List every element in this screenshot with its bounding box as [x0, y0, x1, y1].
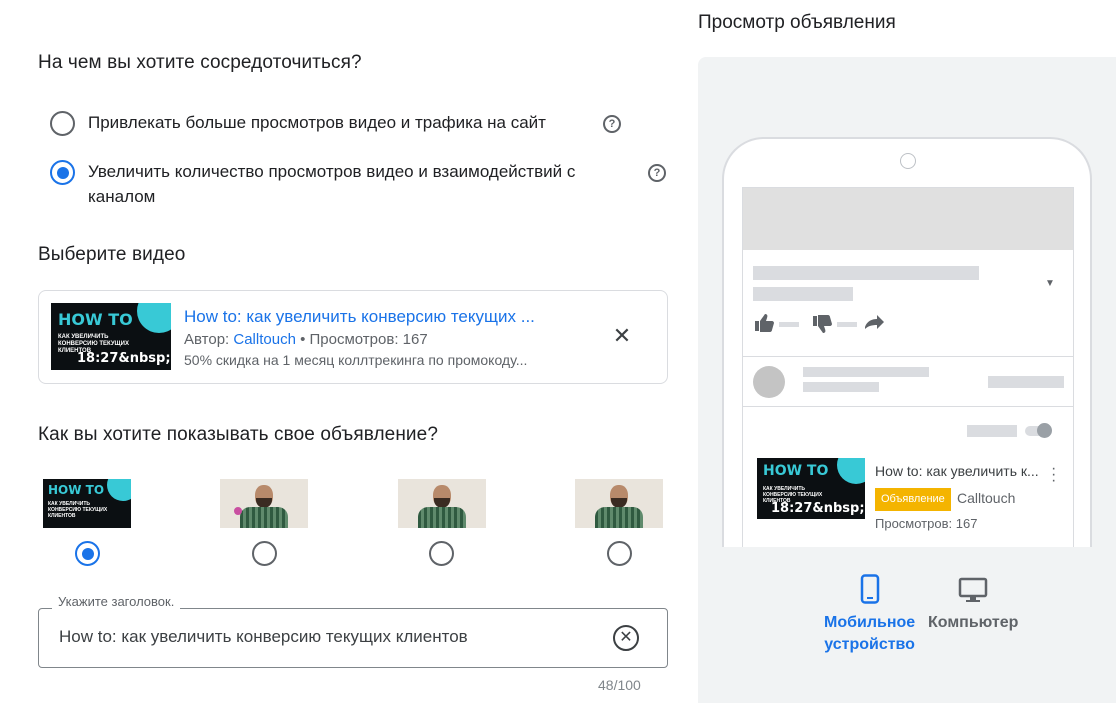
thumbnail-option-1-radio[interactable]: [75, 541, 100, 566]
thumbnail-subtitle: как увеличить конверсию текущих клиентов: [48, 501, 108, 519]
social-icon: [234, 507, 242, 515]
thumbnail-option-3[interactable]: [398, 479, 486, 528]
expand-arrow-icon: ▼: [1045, 278, 1055, 289]
ad-views: Просмотров: 167: [875, 516, 978, 531]
thumbnail-duration: 18:27&nbsp;: [771, 501, 865, 516]
video-views: • Просмотров: 167: [295, 331, 428, 348]
focus-heading: На чем вы хотите сосредоточиться?: [38, 52, 362, 73]
headline-label: Укажите заголовок.: [52, 594, 181, 609]
focus-option-2-label-line1: Увеличить количество просмотров видео и …: [88, 162, 576, 181]
thumbnail-option-1[interactable]: HOW TO как увеличить конверсию текущих к…: [43, 479, 131, 528]
focus-option-1-radio[interactable]: [50, 111, 75, 136]
channel-subs-placeholder: [803, 382, 879, 392]
video-player-placeholder: [743, 188, 1073, 250]
autoplay-toggle-knob: [1037, 423, 1052, 438]
selected-video-card[interactable]: HOW TO как увеличить конверсию текущих к…: [38, 290, 668, 384]
thumbnail-how-to-text: HOW TO: [48, 483, 105, 497]
video-heading: Выберите видео: [38, 244, 186, 265]
preview-panel: ▼ HOW TO как увеличить конверсию текущих…: [698, 57, 1116, 703]
divider: [743, 356, 1073, 357]
title-placeholder: [753, 287, 853, 301]
person-shirt: [418, 507, 466, 528]
thumbnail-option-2[interactable]: [220, 479, 308, 528]
phone-camera: [900, 153, 916, 169]
phone-mockup: ▼ HOW TO как увеличить конверсию текущих…: [722, 137, 1092, 547]
focus-option-2-label[interactable]: Увеличить количество просмотров видео и …: [88, 159, 575, 209]
thumbnail-accent-shape: [837, 458, 865, 484]
headline-field[interactable]: ✕: [38, 608, 668, 668]
help-icon[interactable]: ?: [603, 115, 621, 133]
device-desktop-label: Компьютер: [928, 614, 1019, 631]
thumbnail-option-3-radio[interactable]: [429, 541, 454, 566]
device-desktop-tab[interactable]: Компьютер: [928, 577, 1018, 634]
ad-badge: Объявление: [875, 488, 951, 511]
video-meta: Автор: Calltouch • Просмотров: 167: [184, 331, 428, 348]
help-icon[interactable]: ?: [648, 164, 666, 182]
video-title[interactable]: How to: как увеличить конверсию текущих …: [184, 307, 535, 327]
channel-avatar-placeholder: [753, 366, 785, 398]
device-mobile-label-line1: Мобильное: [824, 614, 916, 631]
thumbnail-accent-shape: [107, 479, 131, 501]
remove-video-close-icon[interactable]: ✕: [611, 325, 633, 347]
subscribe-placeholder: [988, 376, 1064, 388]
thumbnail-option-2-radio[interactable]: [252, 541, 277, 566]
focus-option-2-radio[interactable]: [50, 160, 75, 185]
thumbnail-accent-shape: [137, 303, 171, 333]
author-link[interactable]: Calltouch: [233, 331, 296, 348]
headline-input[interactable]: [59, 627, 579, 647]
thumbnail-option-4[interactable]: [575, 479, 663, 528]
channel-name-placeholder: [803, 367, 929, 377]
ad-title: How to: как увеличить к...: [875, 463, 1039, 479]
video-description: 50% скидка на 1 месяц коллтрекинга по пр…: [184, 352, 528, 368]
preview-title: Просмотр объявления: [698, 12, 896, 33]
smartphone-icon: [860, 574, 879, 604]
author-prefix: Автор:: [184, 331, 234, 348]
thumbnail-how-to-text: HOW TO: [763, 463, 829, 479]
thumbnail-duration: 18:27&nbsp;: [77, 351, 171, 366]
character-counter: 48/100: [598, 677, 641, 693]
device-mobile-label-line2: устройство: [824, 636, 915, 653]
focus-option-1-label[interactable]: Привлекать больше просмотров видео и тра…: [88, 110, 546, 135]
person-shirt: [240, 507, 288, 528]
video-thumbnail: HOW TO как увеличить конверсию текущих к…: [51, 303, 171, 370]
divider: [743, 406, 1073, 407]
desktop-icon: [958, 577, 988, 602]
focus-option-2-label-line2: каналом: [88, 187, 156, 206]
phone-screen: ▼ HOW TO как увеличить конверсию текущих…: [742, 187, 1074, 547]
like-dislike-share-icons: [755, 314, 884, 333]
title-placeholder: [753, 266, 979, 280]
clear-input-icon[interactable]: ✕: [613, 625, 639, 651]
more-options-icon: · · ·: [1051, 460, 1057, 489]
ad-thumbnail: HOW TO как увеличить конверсию текущих к…: [757, 458, 865, 519]
display-heading: Как вы хотите показывать свое объявление…: [38, 424, 438, 445]
autoplay-placeholder: [967, 425, 1017, 437]
campaign-form: На чем вы хотите сосредоточиться? Привле…: [0, 0, 690, 703]
person-shirt: [595, 507, 643, 528]
thumbnail-how-to-text: HOW TO: [58, 310, 133, 329]
thumbnail-option-4-radio[interactable]: [607, 541, 632, 566]
ad-channel: Calltouch: [957, 490, 1016, 506]
device-mobile-tab[interactable]: Мобильное устройство: [824, 574, 915, 656]
